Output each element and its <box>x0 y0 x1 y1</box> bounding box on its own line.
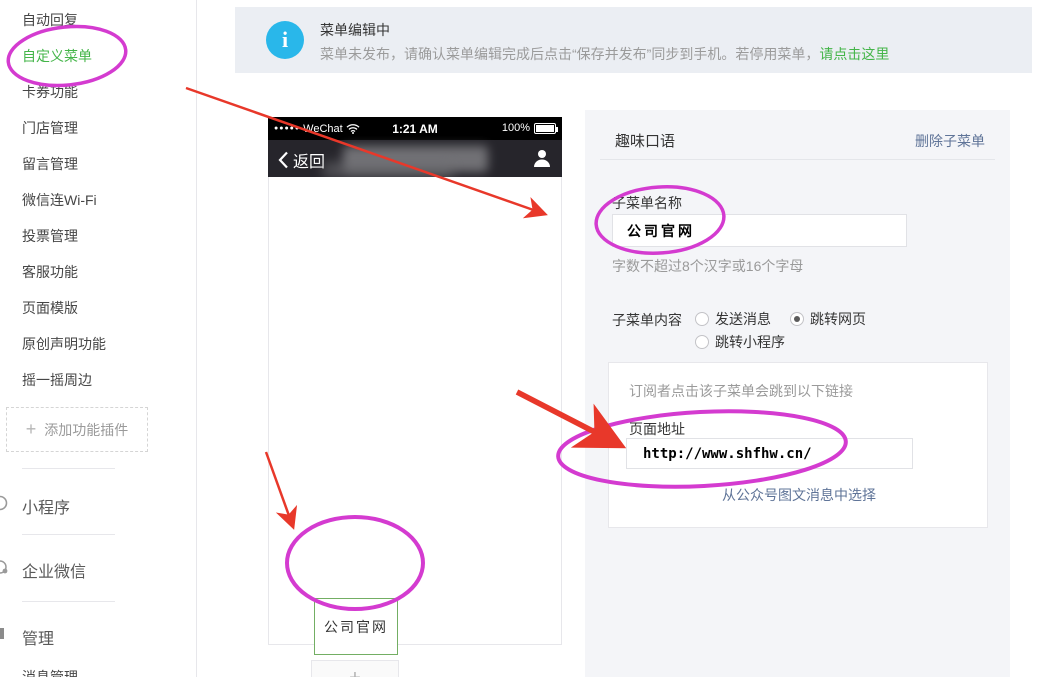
sidebar-item-vote-mgmt[interactable]: 投票管理 <box>22 226 78 246</box>
add-submenu-button[interactable]: + <box>311 660 399 677</box>
back-label: 返回 <box>293 148 325 172</box>
radio-jump-webpage[interactable]: 跳转网页 <box>790 309 866 329</box>
jump-link-box: 订阅者点击该子菜单会跳到以下链接 页面地址 从公众号图文消息中选择 <box>608 362 988 528</box>
notice-title: 菜单编辑中 <box>320 20 390 40</box>
chevron-left-icon <box>278 151 289 169</box>
info-icon: i <box>266 21 304 59</box>
sidebar: 自动回复 自定义菜单 卡券功能 门店管理 留言管理 微信连Wi-Fi 投票管理 … <box>0 0 197 677</box>
select-from-articles-link[interactable]: 从公众号图文消息中选择 <box>609 485 989 505</box>
battery-icon <box>534 123 556 134</box>
radio-label: 发送消息 <box>715 309 771 329</box>
enterprise-wechat-icon <box>0 558 9 576</box>
panel-title: 趣味口语 <box>615 130 675 151</box>
radio-label: 跳转小程序 <box>715 332 785 352</box>
delete-submenu-link[interactable]: 删除子菜单 <box>915 131 985 151</box>
page-url-input[interactable] <box>626 438 913 469</box>
sidebar-item-original-statement[interactable]: 原创声明功能 <box>22 334 106 354</box>
radio-send-message[interactable]: 发送消息 <box>695 309 771 329</box>
sidebar-item-page-template[interactable]: 页面模版 <box>22 298 78 318</box>
sidebar-item-card-coupon[interactable]: 卡券功能 <box>22 82 78 102</box>
submenu-name-input[interactable] <box>612 214 907 247</box>
sidebar-item-customer-service[interactable]: 客服功能 <box>22 262 78 282</box>
wechat-mp-menu-editor-page: 自动回复 自定义菜单 卡券功能 门店管理 留言管理 微信连Wi-Fi 投票管理 … <box>0 0 1044 677</box>
sidebar-divider <box>22 468 115 469</box>
sidebar-item-message-mgmt[interactable]: 消息管理 <box>22 667 78 677</box>
phone-preview: ●●●●● WeChat 1:21 AM 100% 返回 公司官网 + <box>268 117 562 677</box>
radio-label: 跳转网页 <box>810 309 866 329</box>
sidebar-item-message-board[interactable]: 留言管理 <box>22 154 78 174</box>
jump-link-tip: 订阅者点击该子菜单会跳到以下链接 <box>629 381 853 401</box>
plus-icon: + <box>26 419 37 440</box>
sidebar-item-custom-menu[interactable]: 自定义菜单 <box>22 46 92 66</box>
sidebar-item-shake-nearby[interactable]: 摇一摇周边 <box>22 370 92 390</box>
phone-status-bar: ●●●●● WeChat 1:21 AM 100% <box>268 117 562 140</box>
management-icon <box>0 625 9 643</box>
mini-program-icon <box>0 494 9 512</box>
sidebar-item-store-mgmt[interactable]: 门店管理 <box>22 118 78 138</box>
submenu-content-label: 子菜单内容 <box>612 310 682 330</box>
add-plugin-button[interactable]: + 添加功能插件 <box>6 407 148 452</box>
radio-circle-icon[interactable] <box>695 312 709 326</box>
submenu-name-label: 子菜单名称 <box>612 193 682 213</box>
menu-editing-notice: i 菜单编辑中 菜单未发布，请确认菜单编辑完成后点击“保存并发布”同步到手机。若… <box>235 7 1032 73</box>
blurred-account-title-shadow <box>323 162 453 178</box>
radio-circle-icon[interactable] <box>695 335 709 349</box>
sidebar-divider <box>22 601 115 602</box>
panel-divider <box>600 159 995 160</box>
phone-chat-body: 公司官网 + 互动 一起来嗨 <box>268 177 562 645</box>
disable-menu-link[interactable]: 请点击这里 <box>819 46 889 62</box>
submenu-item-company-site[interactable]: 公司官网 <box>314 598 398 655</box>
sidebar-section-management[interactable]: 管理 <box>22 625 54 649</box>
profile-icon[interactable] <box>532 148 552 168</box>
sidebar-section-mini-program[interactable]: 小程序 <box>22 494 70 518</box>
sidebar-item-wifi[interactable]: 微信连Wi-Fi <box>22 190 97 210</box>
radio-circle-icon[interactable] <box>790 312 804 326</box>
phone-nav-bar: 返回 <box>268 140 562 177</box>
submenu-name-hint: 字数不超过8个汉字或16个字母 <box>612 256 803 276</box>
back-button[interactable]: 返回 <box>278 148 325 172</box>
sidebar-divider <box>22 534 115 535</box>
submenu-editor-panel: 趣味口语 删除子菜单 子菜单名称 字数不超过8个汉字或16个字母 子菜单内容 发… <box>585 110 1010 677</box>
add-plugin-label: 添加功能插件 <box>44 420 128 440</box>
notice-text: 菜单未发布，请确认菜单编辑完成后点击“保存并发布”同步到手机。若停用菜单， <box>320 46 819 62</box>
notice-body: 菜单未发布，请确认菜单编辑完成后点击“保存并发布”同步到手机。若停用菜单，请点击… <box>320 44 889 64</box>
battery-percent-label: 100% <box>502 122 530 134</box>
radio-jump-miniprogram[interactable]: 跳转小程序 <box>695 332 785 352</box>
sidebar-item-auto-reply[interactable]: 自动回复 <box>22 10 78 30</box>
sidebar-section-enterprise-wechat[interactable]: 企业微信 <box>22 558 86 582</box>
page-url-label: 页面地址 <box>629 419 685 439</box>
